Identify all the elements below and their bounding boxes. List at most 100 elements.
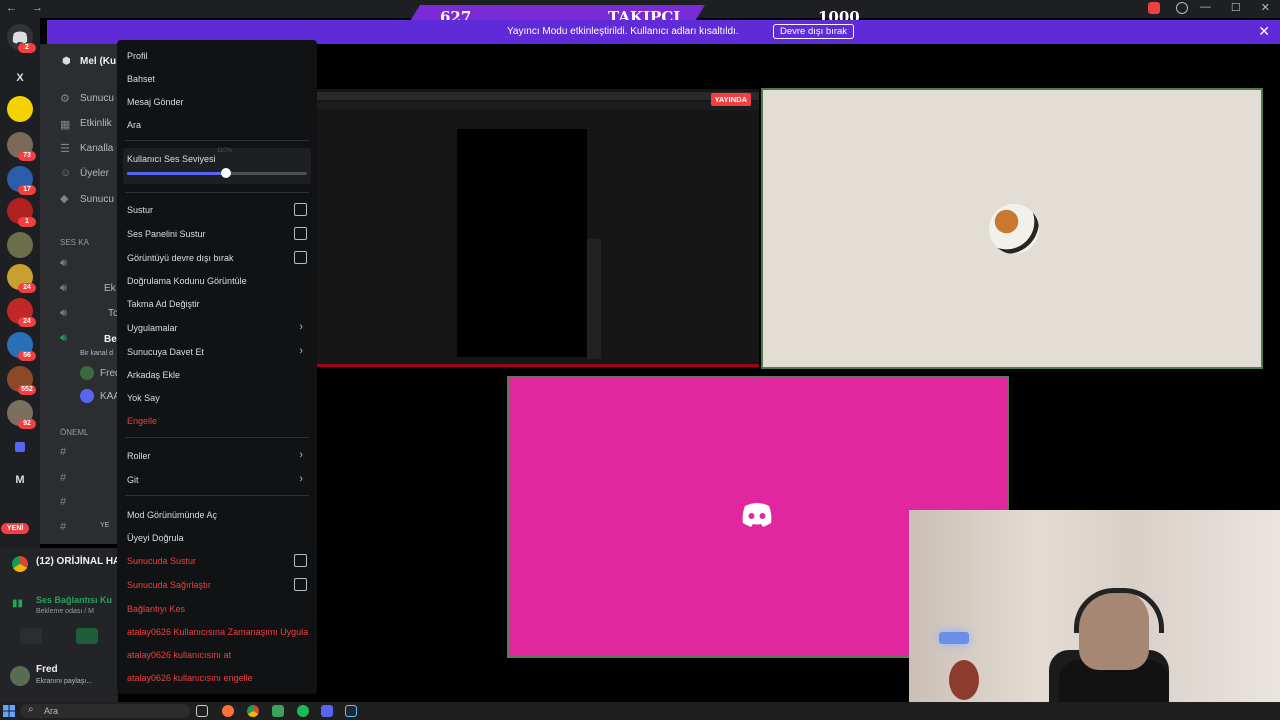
menu-mod-view[interactable]: Mod Görünümünde Aç [127,506,309,524]
menu-block[interactable]: Engelle [127,412,309,430]
inbox-icon[interactable] [1148,2,1160,14]
voice-category[interactable]: SES KA [60,238,89,247]
avatar [989,204,1039,254]
menu-call[interactable]: Ara [127,116,309,134]
taskbar-search[interactable]: ⌕ Ara [20,704,190,718]
avatar [80,389,94,403]
server-icon-4[interactable]: 1 [7,198,36,227]
menu-apps[interactable]: Uygulamalar › [127,319,309,337]
server-mute-checkbox[interactable] [294,554,307,567]
nav-arrows-icon[interactable]: ← → [6,2,49,14]
menu-ignore[interactable]: Yok Say [127,389,309,407]
maximize-icon[interactable]: ☐ [1231,1,1241,14]
participant-tile-cat[interactable] [761,88,1263,369]
task-view-icon[interactable] [196,705,208,717]
member-kaa[interactable]: KAA [100,391,118,402]
server-m[interactable]: M [0,474,40,486]
user-panel: (12) ORİJİNAL HA ▮▮ Ses Bağlantısı Ku Be… [0,548,120,702]
menu-verify-member[interactable]: Üyeyi Doğrula [127,529,309,547]
server-icon-3[interactable]: 17 [7,166,36,195]
server-icon-6[interactable]: 24 [7,264,36,293]
shield-icon: ◆ [60,193,69,205]
voice-connection-channel: Bekleme odası / M [36,608,94,615]
sidebar-item-channels[interactable]: Kanalla [80,143,113,154]
menu-profile[interactable]: Profil [127,47,309,65]
sidebar-item-members[interactable]: Üyeler [80,168,109,179]
firefox-icon[interactable] [222,705,234,717]
server-icon-9[interactable]: 552 [7,366,36,395]
discord-home-icon[interactable]: 2 [7,24,36,53]
menu-roles[interactable]: Roller › [127,447,309,465]
screen-share-button[interactable] [76,628,98,644]
menu-go[interactable]: Git › [127,471,309,489]
text-category[interactable]: ÖNEML [60,428,88,437]
steam-icon[interactable] [345,705,357,717]
sidebar-item-server-2[interactable]: Sunucu [80,194,114,205]
discord-taskbar-icon[interactable] [321,705,333,717]
menu-verification-code[interactable]: Doğrulama Kodunu Görüntüle [127,272,309,290]
member-fred[interactable]: Fred [100,368,118,379]
sidebar-item-server[interactable]: Sunucu [80,93,114,104]
menu-disconnect[interactable]: Bağlantıyı Kes [127,600,309,618]
mute-checkbox[interactable] [294,203,307,216]
screen-share-tile[interactable]: YAYINDA [317,89,759,367]
server-icon-8[interactable]: 56 [7,332,36,361]
folder-icon[interactable] [15,442,25,452]
menu-label: Profil [127,51,148,61]
windows-start-icon[interactable] [3,705,15,717]
window-close-icon[interactable]: ✕ [1261,1,1270,14]
server-icon-5[interactable] [7,232,33,258]
home-badge: 2 [18,43,36,53]
soundboard-checkbox[interactable] [294,227,307,240]
server-x[interactable]: X [0,72,40,84]
server-icon-2[interactable]: 73 [7,132,36,161]
server-icon-yellow[interactable] [7,96,33,122]
menu-server-deafen[interactable]: Sunucuda Sağırlaştır [127,576,309,594]
menu-kick-user[interactable]: atalay0626 kullanıcısını at [127,646,309,664]
menu-send-message[interactable]: Mesaj Gönder [127,93,309,111]
app-icon-green[interactable] [272,705,284,717]
discord-logo-icon [742,503,772,527]
server-badge: 56 [18,351,36,361]
volume-slider[interactable] [127,168,307,178]
chrome-icon[interactable] [247,705,259,717]
menu-label: Sunucuda Sustur [127,556,197,566]
browser-address-bar [317,102,759,110]
activity-title[interactable]: (12) ORİJİNAL HA [36,556,120,567]
server-deafen-checkbox[interactable] [294,578,307,591]
menu-server-mute[interactable]: Sunucuda Sustur [127,552,309,570]
guild-boost-icon: ⬢ [62,56,71,67]
disable-streamer-mode-button[interactable]: Devre dışı bırak [773,24,855,39]
voice-channel[interactable]: Ek [104,283,116,294]
menu-ban-user[interactable]: atalay0626 kullanıcısını engelle [127,669,309,687]
minimize-icon[interactable]: — [1200,1,1211,14]
server-icon-7[interactable]: 24 [7,298,36,327]
guild-name[interactable]: Mel (Ku [80,56,116,67]
menu-mute[interactable]: Sustur [127,201,309,219]
menu-mute-soundboard[interactable]: Ses Panelini Sustur [127,225,309,243]
menu-add-friend[interactable]: Arkadaş Ekle [127,366,309,384]
menu-invite-to-server[interactable]: Sunucuya Davet Et › [127,343,309,361]
menu-disable-video[interactable]: Görüntüyü devre dışı bırak [127,249,309,267]
sidebar-item-events[interactable]: Etkinlik [80,118,112,129]
video-checkbox[interactable] [294,251,307,264]
user-status: Ekranını paylaşı... [36,678,93,685]
help-icon[interactable] [1176,2,1188,14]
menu-label: Ara [127,120,142,130]
volume-slider-handle[interactable] [221,168,231,178]
avatar[interactable] [10,666,30,686]
user-name[interactable]: Fred [36,664,58,675]
banner-close-icon[interactable]: ✕ [1258,23,1270,40]
menu-mention[interactable]: Bahset [127,70,309,88]
voice-channel-sub: Bir kanal d [80,350,114,357]
video-off-button[interactable] [20,628,42,644]
spotify-icon[interactable] [297,705,309,717]
voice-channel-active[interactable]: Be [104,334,117,345]
server-icon-10[interactable]: 92 [7,400,36,429]
voice-connection-status[interactable]: Ses Bağlantısı Ku [36,595,112,605]
menu-change-nickname[interactable]: Takma Ad Değiştir [127,295,309,313]
menu-label: Ses Panelini Sustur [127,229,206,239]
menu-timeout-user[interactable]: atalay0626 Kullanıcısına Zamanaşımı Uygu… [127,623,309,641]
menu-label: Sunucuya Davet Et [127,347,205,357]
menu-divider [125,495,309,496]
